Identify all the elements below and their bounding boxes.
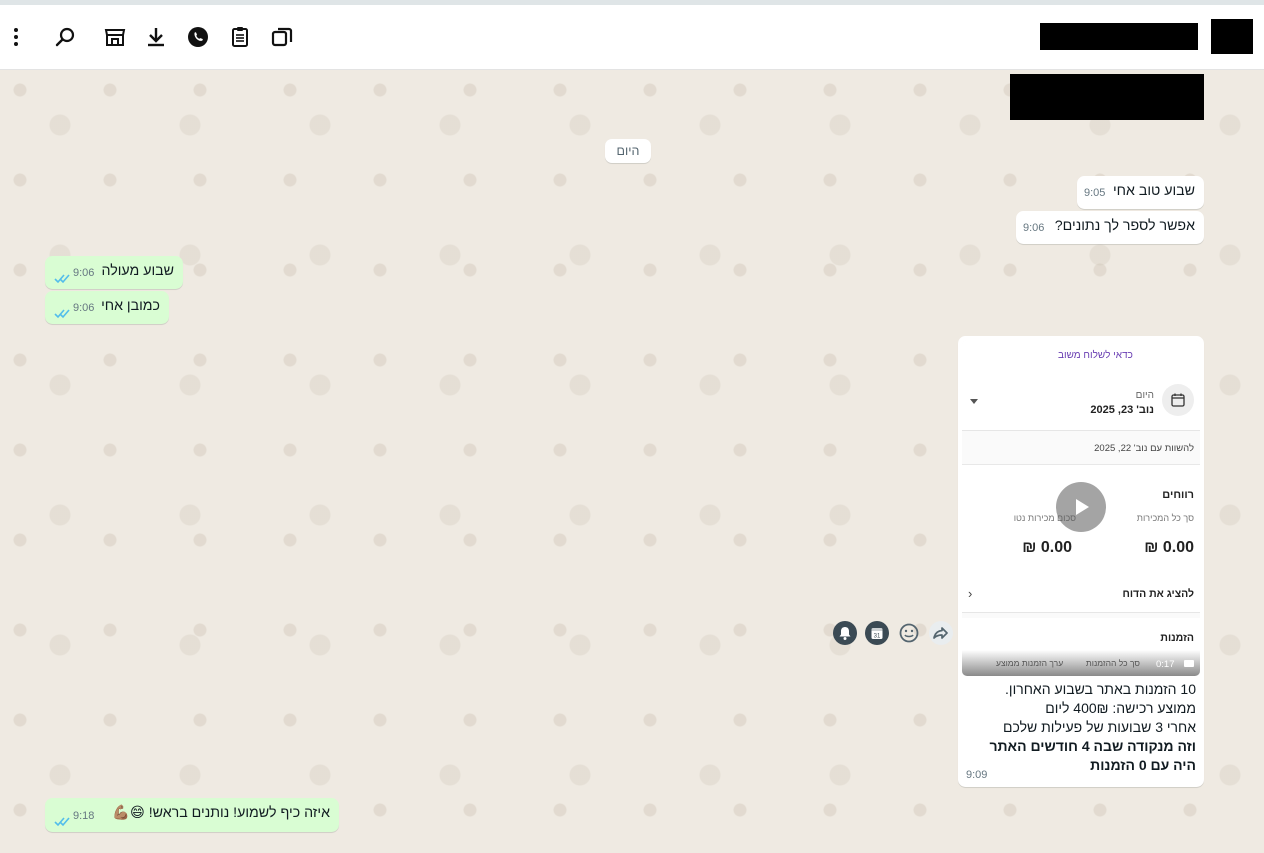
store-icon[interactable]: [101, 23, 129, 51]
redacted-message: [1010, 74, 1204, 120]
thumb-chevron-icon: ‹: [968, 586, 973, 601]
read-receipt-icon: [54, 306, 70, 319]
download-icon[interactable]: [142, 23, 170, 51]
thumb-profit-title: רווחים: [1162, 489, 1194, 501]
thumb-date-value: נוב' 23, 2025: [1090, 404, 1154, 416]
video-camera-icon: [1184, 660, 1194, 667]
message-text: שבוע מעולה: [101, 263, 174, 279]
thumb-top-bar: כדאי לשלוח משוב: [962, 340, 1200, 373]
message-time: 9:09: [966, 769, 988, 781]
chat-area: היום שבוע טוב אחי 9:05 אפשר לספר לך נתונ…: [0, 70, 1264, 853]
clipboard-icon[interactable]: [226, 23, 254, 51]
caption-line: ממוצע רכישה: 400₪ ליום: [1045, 700, 1196, 716]
thumb-compare-text: להשוות עם נוב' 22, 2025: [1094, 443, 1194, 454]
copy-icon[interactable]: [268, 23, 296, 51]
message-incoming[interactable]: שבוע טוב אחי 9:05: [1077, 176, 1204, 209]
message-time: 9:18: [73, 810, 95, 822]
thumb-profit-value: 0.00 ₪: [1022, 539, 1072, 556]
video-thumbnail[interactable]: כדאי לשלוח משוב היום נוב' 23, 2025 להשוו…: [962, 340, 1200, 676]
search-icon[interactable]: [51, 23, 79, 51]
thumb-orders-title: הזמנות: [1160, 632, 1194, 644]
emoji-icon[interactable]: [896, 620, 922, 646]
redacted-avatar[interactable]: [1211, 19, 1253, 54]
redacted-contact-name: [1040, 23, 1198, 50]
calendar-icon[interactable]: 31: [864, 620, 890, 646]
whatsapp-icon[interactable]: [184, 23, 212, 51]
message-time: 9:06: [73, 302, 95, 314]
message-incoming[interactable]: אפשר לספר לך נתונים? 9:06: [1016, 211, 1204, 244]
message-text: אפשר לספר לך נתונים?: [1054, 218, 1195, 234]
chat-header: [0, 5, 1264, 70]
caption-line: 10 הזמנות באתר בשבוע האחרון.: [1005, 681, 1196, 697]
thumb-orders-sub: סך כל ההזמנות: [1085, 658, 1140, 668]
thumb-date-label: היום: [1135, 390, 1154, 401]
thumb-report-row: להציג את הדוח ‹: [962, 576, 1200, 613]
thumb-caret-icon: [970, 399, 978, 404]
message-text: כמובן אחי: [101, 298, 160, 314]
caption-line-bold: וזה מנקודה שבה 4 חודשים האתר: [989, 738, 1196, 754]
message-time: 9:06: [73, 267, 95, 279]
more-icon[interactable]: [2, 23, 30, 51]
message-time: 9:05: [1084, 187, 1106, 199]
message-outgoing[interactable]: איזה כיף לשמוע! נותנים בראש! 😄💪🏽 9:18: [45, 798, 339, 832]
message-incoming-media[interactable]: כדאי לשלוח משוב היום נוב' 23, 2025 להשוו…: [958, 336, 1204, 787]
caption-line-bold: היה עם 0 הזמנות: [1090, 757, 1196, 773]
play-icon[interactable]: [1056, 482, 1106, 532]
message-outgoing[interactable]: שבוע מעולה 9:06: [45, 256, 183, 289]
thumb-profit-value: 0.00 ₪: [1144, 539, 1194, 556]
thumb-profit-sub: סך כל המכירות: [1136, 513, 1194, 523]
svg-text:31: 31: [874, 634, 881, 640]
bell-icon[interactable]: [832, 620, 858, 646]
message-time: 9:06: [1023, 222, 1045, 234]
thumb-orders-sub: ערך הזמנות ממוצע: [996, 658, 1064, 668]
thumb-top-text: כדאי לשלוח משוב: [1058, 350, 1133, 361]
message-outgoing[interactable]: כמובן אחי 9:06: [45, 291, 169, 324]
video-duration: 0:17: [1156, 659, 1175, 670]
read-receipt-icon: [54, 814, 70, 827]
date-divider: היום: [605, 139, 651, 163]
thumb-orders-card: הזמנות סך כל ההזמנות ערך הזמנות ממוצע 0:…: [962, 618, 1200, 676]
read-receipt-icon: [54, 271, 70, 284]
media-caption: 10 הזמנות באתר בשבוע האחרון. ממוצע רכישה…: [964, 680, 1196, 775]
thumb-calendar-icon: [1162, 384, 1194, 416]
message-text: שבוע טוב אחי: [1112, 183, 1195, 199]
thumb-report-link: להציג את הדוח: [1122, 588, 1194, 600]
message-text: איזה כיף לשמוע! נותנים בראש! 😄💪🏽: [112, 805, 330, 821]
forward-icon[interactable]: [928, 620, 954, 646]
thumb-date-card: היום נוב' 23, 2025: [962, 372, 1200, 431]
caption-line: אחרי 3 שבועות של פעילות שלכם: [1003, 719, 1196, 735]
